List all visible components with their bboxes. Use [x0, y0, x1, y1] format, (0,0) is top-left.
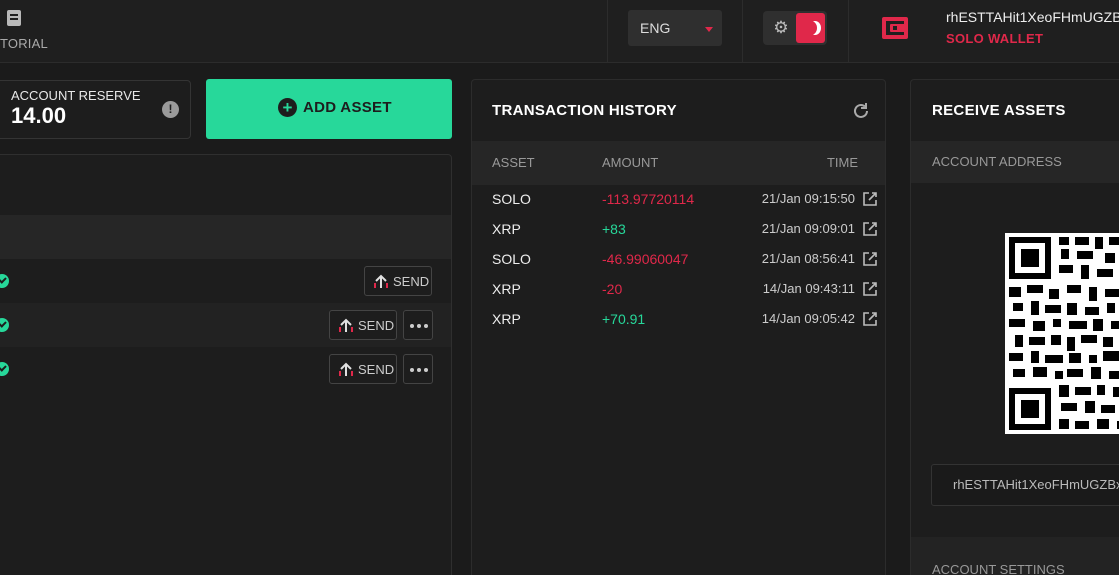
book-icon — [7, 10, 21, 26]
account-reserve-card: ACCOUNT RESERVE 14.00 ! — [0, 80, 191, 139]
transaction-asset: SOLO — [492, 191, 531, 207]
transaction-asset: SOLO — [492, 251, 531, 267]
transaction-time: 14/Jan 09:43:11 — [762, 281, 855, 296]
column-asset: ASSET — [492, 155, 535, 170]
send-label: SEND — [358, 362, 395, 377]
asset-row: SEND — [0, 347, 451, 391]
transaction-amount: -20 — [602, 281, 623, 297]
theme-toggle[interactable]: ⚙ — [763, 11, 827, 45]
transaction-amount: -113.97720114 — [602, 191, 695, 207]
send-arrow-icon — [339, 362, 353, 376]
external-link-icon[interactable] — [862, 251, 878, 267]
transaction-row: XRP -20 14/Jan 09:43:11 — [472, 274, 885, 304]
language-value: ENG — [640, 20, 671, 36]
send-button[interactable]: SEND — [329, 310, 397, 340]
header-divider — [607, 0, 608, 63]
asset-row: SEND — [0, 259, 451, 303]
header-divider — [848, 0, 849, 63]
plus-circle-icon: + — [278, 98, 297, 117]
sun-icon[interactable]: ⚙ — [771, 18, 791, 38]
more-options-button[interactable] — [403, 310, 433, 340]
transaction-table-header: ASSET AMOUNT TIME — [472, 141, 885, 185]
tutorial-button[interactable]: TORIAL — [0, 8, 60, 58]
external-link-icon[interactable] — [862, 191, 878, 207]
caret-down-icon — [705, 27, 713, 32]
transaction-row: SOLO -113.97720114 21/Jan 09:15:50 — [472, 184, 885, 214]
send-label: SEND — [358, 318, 395, 333]
add-asset-label: ADD ASSET — [303, 99, 392, 116]
check-circle-icon — [0, 318, 9, 332]
transaction-asset: XRP — [492, 281, 521, 297]
transaction-row: XRP +83 21/Jan 09:09:01 — [472, 214, 885, 244]
transaction-row: SOLO -46.99060047 21/Jan 08:56:41 — [472, 244, 885, 274]
refresh-icon[interactable] — [851, 101, 871, 121]
header-divider — [742, 0, 743, 63]
send-button[interactable]: SEND — [364, 266, 432, 296]
transaction-time: 21/Jan 09:15:50 — [761, 191, 855, 206]
column-time: TIME — [826, 155, 858, 170]
more-dots-icon — [410, 368, 414, 372]
receive-assets-panel: RECEIVE ASSETS ACCOUNT ADDRESS rhESTTAHi… — [910, 79, 1119, 575]
transaction-amount: -46.99060047 — [602, 251, 689, 267]
assets-panel: SEND SEND SEND — [0, 154, 452, 575]
more-options-button[interactable] — [403, 354, 433, 384]
account-address-value: rhESTTAHit1XeoFHmUGZBxV — [953, 477, 1119, 492]
account-reserve-label: ACCOUNT RESERVE — [11, 88, 141, 103]
wallet-address[interactable]: rhESTTAHit1XeoFHmUGZB — [946, 9, 1119, 25]
assets-table-header — [0, 215, 451, 259]
send-arrow-icon — [339, 318, 353, 332]
send-label: SEND — [393, 274, 430, 289]
tutorial-label: TORIAL — [0, 36, 48, 51]
transaction-asset: XRP — [492, 221, 521, 237]
transaction-amount: +70.91 — [602, 311, 646, 327]
account-address-field[interactable]: rhESTTAHit1XeoFHmUGZBxV — [931, 464, 1119, 506]
top-header: TORIAL ENG ⚙ rhESTTAHit1XeoFHmUGZB SOLO … — [0, 0, 1119, 63]
transaction-time: 21/Jan 09:09:01 — [761, 221, 855, 236]
transaction-time: 21/Jan 08:56:41 — [761, 251, 855, 266]
check-circle-icon — [0, 274, 9, 288]
send-button[interactable]: SEND — [329, 354, 397, 384]
wallet-type-label: SOLO WALLET — [946, 31, 1044, 46]
column-amount: AMOUNT — [602, 155, 659, 170]
account-settings-label: ACCOUNT SETTINGS — [932, 562, 1065, 575]
transaction-history-panel: TRANSACTION HISTORY ASSET AMOUNT TIME SO… — [471, 79, 886, 575]
account-settings-header: ACCOUNT SETTINGS — [911, 537, 1119, 575]
more-dots-icon — [410, 324, 414, 328]
external-link-icon[interactable] — [862, 221, 878, 237]
language-select[interactable]: ENG — [628, 10, 722, 46]
external-link-icon[interactable] — [862, 281, 878, 297]
send-arrow-icon — [374, 274, 388, 288]
asset-row: SEND — [0, 303, 451, 347]
account-reserve-value: 14.00 — [11, 103, 67, 128]
check-circle-icon — [0, 362, 9, 376]
account-address-label: ACCOUNT ADDRESS — [932, 154, 1062, 169]
receive-assets-title: RECEIVE ASSETS — [932, 102, 1066, 119]
account-address-header: ACCOUNT ADDRESS — [911, 141, 1119, 183]
qr-code-graphic — [1005, 233, 1119, 434]
transaction-row: XRP +70.91 14/Jan 09:05:42 — [472, 304, 885, 334]
transaction-amount: +83 — [602, 221, 626, 237]
wallet-icon — [882, 17, 908, 39]
moon-icon[interactable] — [796, 13, 825, 43]
info-icon[interactable]: ! — [162, 101, 179, 118]
add-asset-button[interactable]: + ADD ASSET — [206, 79, 452, 139]
transaction-time: 14/Jan 09:05:42 — [761, 311, 855, 326]
transaction-history-title: TRANSACTION HISTORY — [492, 102, 677, 119]
external-link-icon[interactable] — [862, 311, 878, 327]
transaction-asset: XRP — [492, 311, 521, 327]
qr-code — [1005, 233, 1119, 434]
